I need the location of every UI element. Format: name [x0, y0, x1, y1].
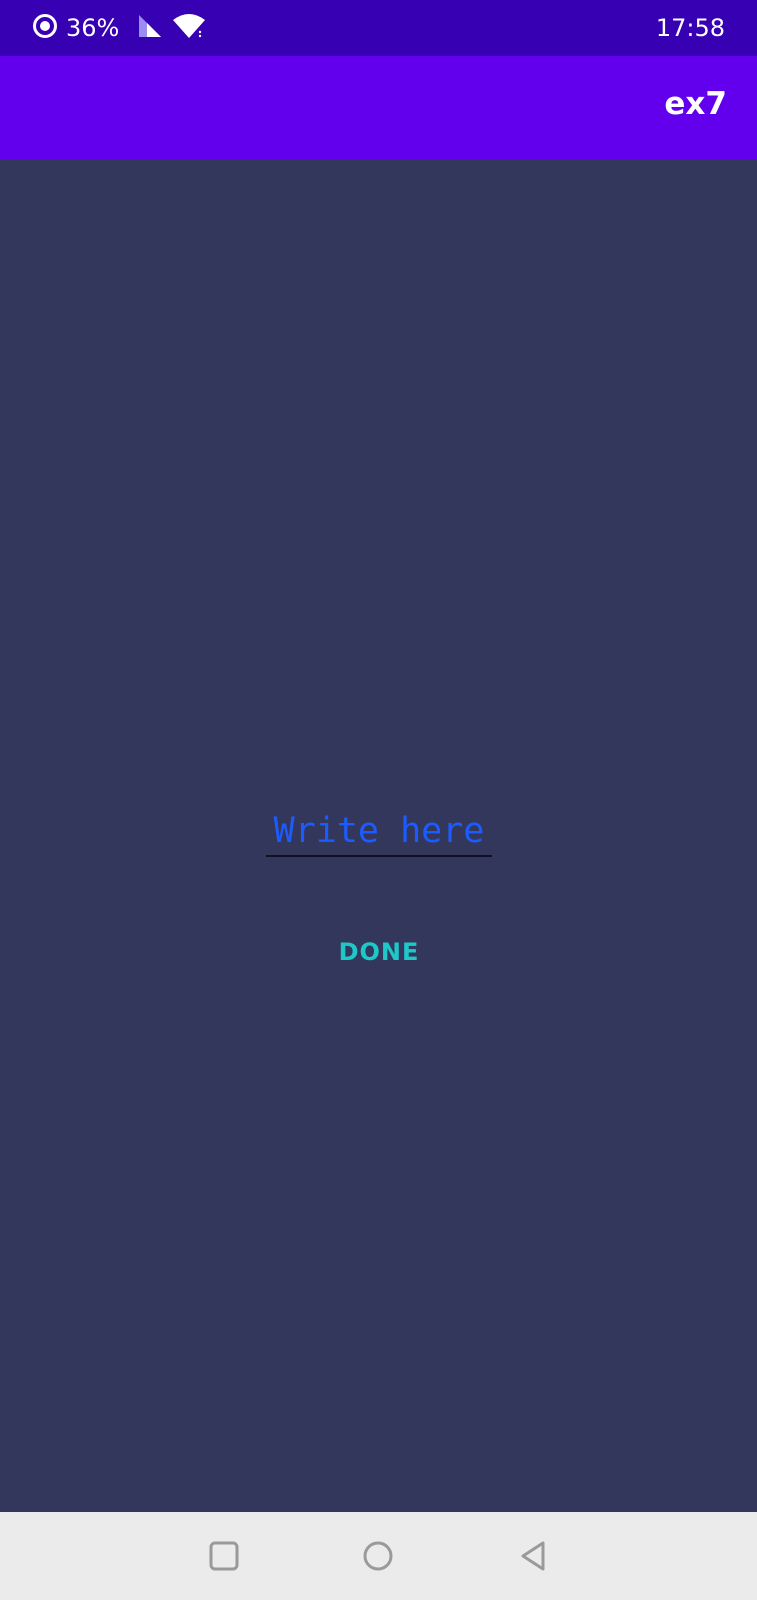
status-left-group: 36%	[32, 12, 207, 44]
app-screen: 36% 17:58 ex7 DONE	[0, 0, 757, 1600]
battery-percent: 36%	[66, 14, 120, 42]
wifi-icon	[171, 12, 207, 45]
signal-icon	[137, 13, 163, 44]
data-saver-icon	[32, 13, 58, 44]
navigation-bar	[0, 1512, 757, 1600]
app-bar: ex7	[0, 56, 757, 159]
app-title: ex7	[664, 86, 727, 122]
home-circle-icon[interactable]	[356, 1534, 400, 1578]
status-time: 17:58	[655, 14, 725, 42]
write-here-input[interactable]	[266, 807, 492, 857]
status-bar: 36% 17:58	[0, 0, 757, 56]
done-button[interactable]: DONE	[318, 927, 440, 977]
main-content: DONE	[0, 159, 757, 1512]
text-input-container	[266, 807, 492, 859]
back-triangle-icon[interactable]	[512, 1534, 556, 1578]
recents-square-icon[interactable]	[202, 1534, 246, 1578]
